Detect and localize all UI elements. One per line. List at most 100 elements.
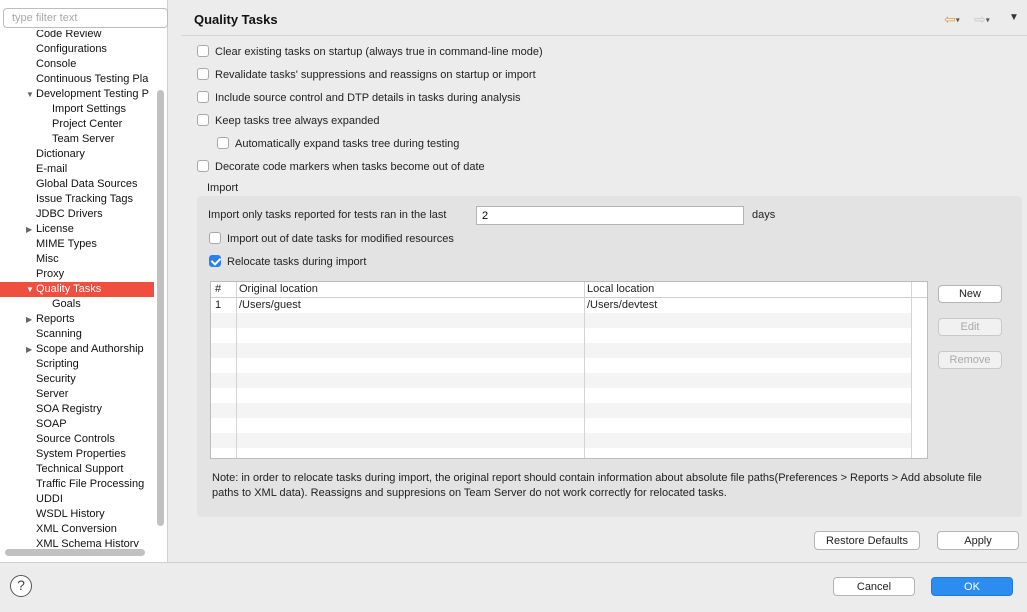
decorate-markers-checkbox[interactable]: [197, 160, 209, 173]
relocate-checkbox[interactable]: [209, 255, 221, 268]
tree-vertical-scrollbar[interactable]: [157, 90, 164, 526]
tree-item-wsdl-history[interactable]: WSDL History: [0, 507, 154, 522]
column-header-original[interactable]: Original location: [239, 282, 579, 297]
filter-input[interactable]: [3, 8, 168, 28]
tree-item-security[interactable]: Security: [0, 372, 154, 387]
tree-item-soap[interactable]: SOAP: [0, 417, 154, 432]
edit-button[interactable]: Edit: [938, 318, 1002, 336]
import-days-label: Import only tasks reported for tests ran…: [208, 209, 447, 221]
remove-button[interactable]: Remove: [938, 351, 1002, 369]
days-unit-label: days: [752, 209, 776, 221]
forward-arrow-icon[interactable]: ⇨▾: [974, 10, 990, 28]
import-days-input[interactable]: [476, 206, 744, 225]
tree-item-jdbc-drivers[interactable]: JDBC Drivers: [0, 207, 154, 222]
relocation-table[interactable]: # Original location Local location 1/Use…: [210, 281, 928, 459]
tree-item-traffic-file-processing[interactable]: Traffic File Processing: [0, 477, 154, 492]
auto-expand-option[interactable]: Automatically expand tasks tree during t…: [217, 136, 459, 152]
tree-item-goals[interactable]: Goals: [0, 297, 154, 312]
out-of-date-checkbox[interactable]: [209, 232, 221, 245]
tree-item-reports[interactable]: ▶ Reports: [0, 312, 154, 327]
help-icon[interactable]: ?: [10, 575, 32, 597]
tree-item-label: Misc: [36, 253, 59, 265]
tree-item-configurations[interactable]: Configurations: [0, 42, 154, 57]
column-header-local[interactable]: Local location: [587, 282, 907, 297]
clear-tasks-checkbox[interactable]: [197, 45, 209, 58]
tree-item-issue-tracking-tags[interactable]: Issue Tracking Tags: [0, 192, 154, 207]
tree-item-label: E-mail: [36, 163, 68, 175]
tree-item-uddi[interactable]: UDDI: [0, 492, 154, 507]
revalidate-checkbox[interactable]: [197, 68, 209, 81]
keep-expanded-option[interactable]: Keep tasks tree always expanded: [197, 113, 380, 129]
table-row[interactable]: 1/Users/guest/Users/devtest: [211, 298, 911, 313]
tree-item-xml-schema-history[interactable]: XML Schema History: [0, 537, 154, 547]
tree-item-dictionary[interactable]: Dictionary: [0, 147, 154, 162]
tree-item-label: Quality Tasks: [36, 283, 102, 295]
tree-item-xml-conversion[interactable]: XML Conversion: [0, 522, 154, 537]
tree-item-proxy[interactable]: Proxy: [0, 267, 154, 282]
tree-item-label: Dictionary: [36, 148, 85, 160]
column-header-index[interactable]: #: [215, 282, 235, 297]
tree-horizontal-scrollbar[interactable]: [5, 549, 145, 556]
tree-item-scanning[interactable]: Scanning: [0, 327, 154, 342]
keep-expanded-label: Keep tasks tree always expanded: [215, 115, 380, 127]
keep-expanded-checkbox[interactable]: [197, 114, 209, 127]
revalidate-option[interactable]: Revalidate tasks' suppressions and reass…: [197, 67, 536, 83]
include-scm-checkbox[interactable]: [197, 91, 209, 104]
tree-item-project-center[interactable]: Project Center: [0, 117, 154, 132]
collapsed-triangle-icon[interactable]: ▶: [26, 342, 36, 357]
back-arrow-icon[interactable]: ⇦▾: [944, 10, 960, 28]
tree-item-code-review[interactable]: Code Review: [0, 30, 154, 42]
tree-item-global-data-sources[interactable]: Global Data Sources: [0, 177, 154, 192]
tree-item-label: Server: [36, 388, 69, 400]
relocate-option[interactable]: Relocate tasks during import: [209, 254, 366, 270]
tree-item-e-mail[interactable]: E-mail: [0, 162, 154, 177]
tree-item-development-testing-p[interactable]: ▼ Development Testing P: [0, 87, 154, 102]
view-menu-icon[interactable]: ▼: [1009, 12, 1019, 23]
tree-item-mime-types[interactable]: MIME Types: [0, 237, 154, 252]
tree-item-label: Team Server: [52, 133, 115, 145]
header-divider: [181, 35, 1027, 36]
collapsed-triangle-icon[interactable]: ▶: [26, 222, 36, 237]
tree-item-soa-registry[interactable]: SOA Registry: [0, 402, 154, 417]
collapsed-triangle-icon[interactable]: ▶: [26, 312, 36, 327]
tree-item-technical-support[interactable]: Technical Support: [0, 462, 154, 477]
tree-item-misc[interactable]: Misc: [0, 252, 154, 267]
expanded-triangle-icon[interactable]: ▼: [26, 87, 36, 102]
auto-expand-label: Automatically expand tasks tree during t…: [235, 138, 460, 150]
tree-item-system-properties[interactable]: System Properties: [0, 447, 154, 462]
tree-item-team-server[interactable]: Team Server: [0, 132, 154, 147]
preferences-tree[interactable]: Code Review Configurations Console Continuo…: [0, 30, 154, 547]
decorate-markers-option[interactable]: Decorate code markers when tasks become …: [197, 159, 485, 175]
tree-item-label: MIME Types: [36, 238, 97, 250]
relocation-note: Note: in order to relocate tasks during …: [212, 472, 982, 499]
expanded-triangle-icon[interactable]: ▼: [26, 282, 36, 297]
preferences-sidebar: Code Review Configurations Console Continuo…: [0, 0, 168, 562]
revalidate-label: Revalidate tasks' suppressions and reass…: [215, 69, 536, 81]
tree-item-label: SOA Registry: [36, 403, 103, 415]
column-divider: [911, 282, 912, 458]
tree-item-quality-tasks[interactable]: ▼ Quality Tasks: [0, 282, 154, 297]
original-location-cell: /Users/guest: [239, 299, 301, 311]
tree-item-continuous-testing-pla[interactable]: Continuous Testing Pla: [0, 72, 154, 87]
tree-item-label: Global Data Sources: [36, 178, 138, 190]
tree-item-label: Reports: [36, 313, 75, 325]
include-scm-option[interactable]: Include source control and DTP details i…: [197, 90, 521, 106]
cancel-button[interactable]: Cancel: [833, 577, 915, 596]
tree-item-console[interactable]: Console: [0, 57, 154, 72]
restore-defaults-button[interactable]: Restore Defaults: [814, 531, 920, 550]
clear-tasks-option[interactable]: Clear existing tasks on startup (always …: [197, 44, 543, 60]
tree-item-license[interactable]: ▶ License: [0, 222, 154, 237]
tree-item-scope-and-authorship[interactable]: ▶ Scope and Authorship: [0, 342, 154, 357]
tree-item-import-settings[interactable]: Import Settings: [0, 102, 154, 117]
apply-button[interactable]: Apply: [937, 531, 1019, 550]
page-title: Quality Tasks: [194, 12, 278, 27]
auto-expand-checkbox[interactable]: [217, 137, 229, 150]
tree-item-source-controls[interactable]: Source Controls: [0, 432, 154, 447]
tree-item-server[interactable]: Server: [0, 387, 154, 402]
ok-button[interactable]: OK: [931, 577, 1013, 596]
tree-item-label: Scripting: [36, 358, 79, 370]
tree-item-scripting[interactable]: Scripting: [0, 357, 154, 372]
out-of-date-option[interactable]: Import out of date tasks for modified re…: [209, 231, 454, 247]
tree-item-label: XML Conversion: [36, 523, 117, 535]
new-button[interactable]: New: [938, 285, 1002, 303]
